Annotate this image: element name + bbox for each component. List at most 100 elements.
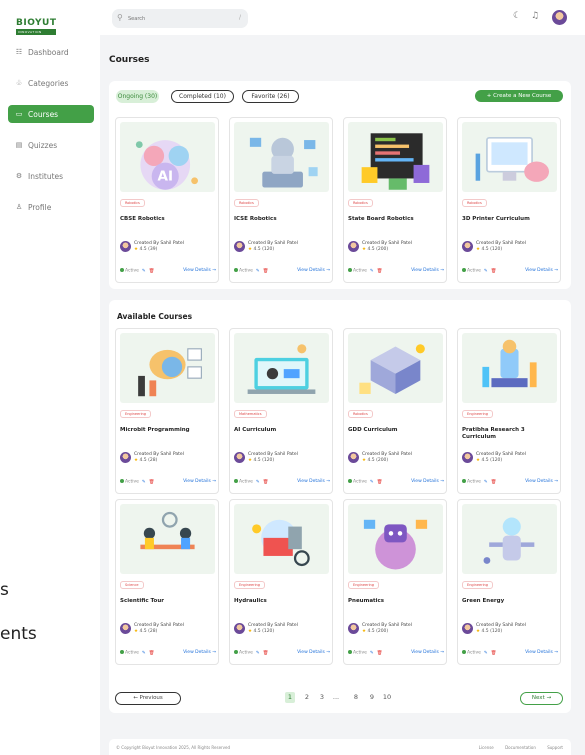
edit-icon[interactable]: ✎ bbox=[256, 651, 260, 656]
delete-icon[interactable]: 🗑 bbox=[149, 480, 155, 485]
course-illustration: AI bbox=[135, 140, 198, 190]
footer-link-documentation[interactable]: Documentation bbox=[505, 745, 536, 750]
view-details-link[interactable]: View Details → bbox=[183, 650, 216, 655]
course-thumbnail bbox=[348, 122, 443, 192]
course-creator: Created By Sahil Patel ★ 4.5 (200) bbox=[348, 241, 444, 255]
rating-value: 4.5 (200) bbox=[367, 458, 389, 463]
edit-icon[interactable]: ✎ bbox=[370, 651, 374, 656]
course-card[interactable]: AI Robotics CBSE Robotics Created By Sahil … bbox=[115, 117, 219, 283]
delete-icon[interactable]: 🗑 bbox=[491, 651, 497, 656]
course-card[interactable]: Robotics 3D Printer Curriculum Created By … bbox=[457, 117, 561, 283]
footer-links: License Documentation Support bbox=[469, 745, 563, 750]
previous-page-button[interactable]: ← Previous bbox=[115, 692, 181, 705]
brand-logo[interactable]: BIOYUT INNOVATION bbox=[16, 18, 56, 35]
delete-icon[interactable]: 🗑 bbox=[491, 480, 497, 485]
view-details-link[interactable]: View Details → bbox=[411, 268, 444, 273]
course-card[interactable]: Science Scientific Tour Created By Sahil P… bbox=[115, 499, 219, 665]
course-card[interactable]: Robotics GDD Curriculum Created By Sahil P… bbox=[343, 328, 447, 494]
view-details-link[interactable]: View Details → bbox=[411, 479, 444, 484]
view-details-link[interactable]: View Details → bbox=[183, 268, 216, 273]
view-details-link[interactable]: View Details → bbox=[297, 268, 330, 273]
search-box[interactable]: ⚲ / bbox=[112, 9, 248, 28]
edit-icon[interactable]: ✎ bbox=[142, 651, 146, 656]
delete-icon[interactable]: 🗑 bbox=[377, 651, 383, 656]
footer-link-support[interactable]: Support bbox=[547, 745, 563, 750]
sidebar-item-courses[interactable]: ▭ Courses bbox=[8, 105, 94, 123]
card-footer: Active ✎ 🗑 View Details → bbox=[120, 650, 216, 658]
course-card[interactable]: Robotics ICSE Robotics Created By Sahil Pa… bbox=[229, 117, 333, 283]
edit-icon[interactable]: ✎ bbox=[484, 269, 488, 274]
view-details-link[interactable]: View Details → bbox=[411, 650, 444, 655]
available-courses-panel: Available Courses Engineering Microbit Pr… bbox=[109, 300, 571, 713]
view-details-link[interactable]: View Details → bbox=[183, 479, 216, 484]
course-title: AI Curriculum bbox=[234, 427, 277, 433]
course-card[interactable]: Robotics State Board Robotics Created By S… bbox=[343, 117, 447, 283]
course-thumbnail bbox=[348, 333, 443, 403]
sidebar-item-institutes[interactable]: ⚙ Institutes bbox=[8, 167, 94, 185]
sidebar-item-categories[interactable]: ♧ Categories bbox=[8, 74, 94, 92]
category-badge: Mathematics bbox=[234, 410, 267, 418]
delete-icon[interactable]: 🗑 bbox=[149, 651, 155, 656]
status-label: Active bbox=[353, 268, 367, 274]
view-details-link[interactable]: View Details → bbox=[297, 650, 330, 655]
sidebar-item-quizzes[interactable]: ▤ Quizzes bbox=[8, 136, 94, 154]
course-rating: ★ 4.5 (120) bbox=[248, 458, 274, 463]
course-card[interactable]: Engineering Pratibha Research 3 Curriculu… bbox=[457, 328, 561, 494]
page-number[interactable]: 3 bbox=[317, 692, 327, 703]
edit-icon[interactable]: ✎ bbox=[484, 480, 488, 485]
edit-icon[interactable]: ✎ bbox=[370, 269, 374, 274]
next-page-button[interactable]: Next → bbox=[520, 692, 563, 705]
search-input[interactable] bbox=[128, 13, 228, 24]
course-card[interactable]: Engineering Hydraulics Created By Sahil Pa… bbox=[229, 499, 333, 665]
tab-favorite[interactable]: Favorite (26) bbox=[242, 90, 299, 103]
delete-icon[interactable]: 🗑 bbox=[263, 651, 269, 656]
course-card[interactable]: Engineering Microbit Programming Created B… bbox=[115, 328, 219, 494]
view-details-link[interactable]: View Details → bbox=[525, 268, 558, 273]
page-number[interactable]: 1 bbox=[285, 692, 295, 703]
delete-icon[interactable]: 🗑 bbox=[491, 269, 497, 274]
course-rating: ★ 4.5 (120) bbox=[476, 629, 502, 634]
theme-toggle-icon[interactable]: ☾ bbox=[513, 11, 521, 21]
view-details-link[interactable]: View Details → bbox=[525, 650, 558, 655]
page-number[interactable]: 2 bbox=[302, 692, 312, 703]
user-avatar[interactable] bbox=[552, 10, 567, 25]
card-footer: Active ✎ 🗑 View Details → bbox=[462, 650, 558, 658]
page-number[interactable]: 9 bbox=[367, 692, 377, 703]
edit-icon[interactable]: ✎ bbox=[256, 480, 260, 485]
creator-avatar bbox=[348, 452, 359, 463]
delete-icon[interactable]: 🗑 bbox=[263, 269, 269, 274]
footer-link-license[interactable]: License bbox=[479, 745, 494, 750]
edit-icon[interactable]: ✎ bbox=[370, 480, 374, 485]
sidebar-item-profile[interactable]: ♙ Profile bbox=[8, 198, 94, 216]
edit-icon[interactable]: ✎ bbox=[142, 480, 146, 485]
edit-icon[interactable]: ✎ bbox=[256, 269, 260, 274]
creator-name: Created By Sahil Patel bbox=[248, 452, 298, 457]
course-rating: ★ 4.5 (39) bbox=[134, 247, 157, 252]
creator-avatar bbox=[234, 452, 245, 463]
tab-ongoing[interactable]: Ongoing (30) bbox=[116, 90, 159, 103]
card-footer: Active ✎ 🗑 View Details → bbox=[120, 479, 216, 487]
course-creator: Created By Sahil Patel ★ 4.5 (120) bbox=[462, 623, 558, 637]
course-title: Hydraulics bbox=[234, 598, 267, 604]
course-title: CBSE Robotics bbox=[120, 216, 165, 222]
edit-icon[interactable]: ✎ bbox=[142, 269, 146, 274]
page-number[interactable]: 10 bbox=[382, 692, 392, 703]
course-card[interactable]: Engineering Pneumatics Created By Sahil Pa… bbox=[343, 499, 447, 665]
page-number[interactable]: 8 bbox=[351, 692, 361, 703]
tab-completed[interactable]: Completed (10) bbox=[171, 90, 234, 103]
delete-icon[interactable]: 🗑 bbox=[149, 269, 155, 274]
course-card[interactable]: Mathematics AI Curriculum Created By Sahil… bbox=[229, 328, 333, 494]
notification-bell-icon[interactable]: ♫ bbox=[531, 11, 539, 21]
create-course-button[interactable]: + Create a New Course bbox=[475, 90, 563, 102]
delete-icon[interactable]: 🗑 bbox=[377, 480, 383, 485]
status-label: Active bbox=[125, 479, 139, 485]
sidebar-item-dashboard[interactable]: ☷ Dashboard bbox=[8, 43, 94, 61]
top-bar: ⚲ / ☾ ♫ bbox=[100, 0, 585, 35]
delete-icon[interactable]: 🗑 bbox=[377, 269, 383, 274]
course-card[interactable]: Engineering Green Energy Created By Sahil … bbox=[457, 499, 561, 665]
view-details-link[interactable]: View Details → bbox=[525, 479, 558, 484]
course-creator: Created By Sahil Patel ★ 4.5 (28) bbox=[120, 452, 216, 466]
delete-icon[interactable]: 🗑 bbox=[263, 480, 269, 485]
edit-icon[interactable]: ✎ bbox=[484, 651, 488, 656]
view-details-link[interactable]: View Details → bbox=[297, 479, 330, 484]
